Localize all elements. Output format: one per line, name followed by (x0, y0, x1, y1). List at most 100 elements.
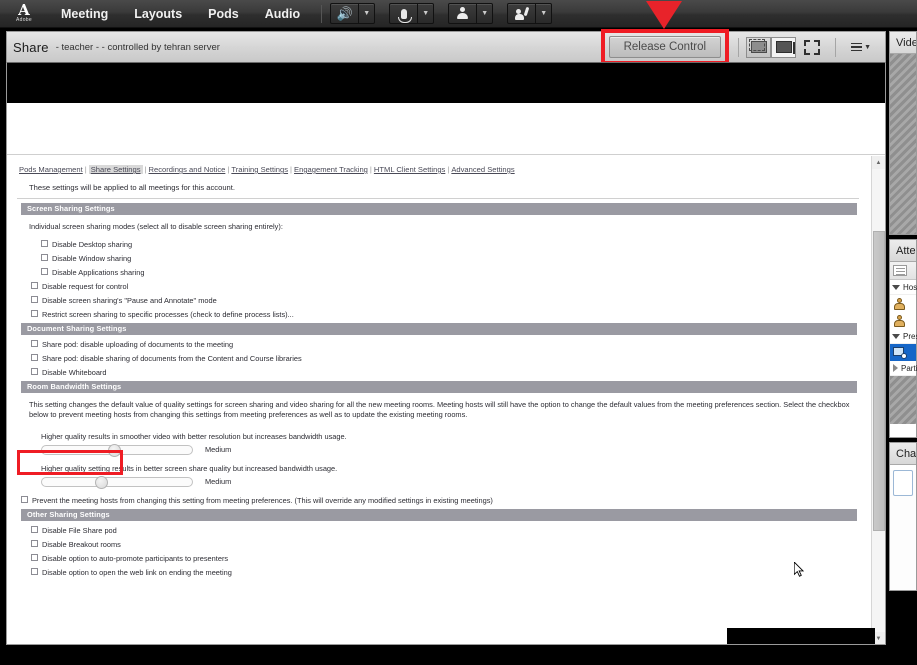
tab-separator: | (84, 165, 87, 174)
pod-menu-icon[interactable]: ▼ (851, 42, 871, 52)
settings-tab-training-settings[interactable]: Training Settings (231, 165, 288, 174)
settings-tabs[interactable]: Pods Management | Share Settings | Recording… (7, 164, 869, 175)
settings-tab-pods-management[interactable]: Pods Management (19, 165, 83, 174)
menu-meeting[interactable]: Meeting (48, 0, 121, 28)
setting-row-disable-option-to-open-the-web-link-on-e[interactable]: Disable option to open the web link on e… (7, 563, 869, 577)
setting-label: Disable Window sharing (52, 253, 132, 263)
microphone-button[interactable] (389, 3, 419, 24)
menu-audio[interactable]: Audio (252, 0, 313, 28)
checkbox[interactable] (41, 268, 48, 275)
speaker-dropdown-arrow[interactable]: ▼ (359, 3, 376, 24)
raise-hand-button[interactable] (507, 3, 537, 24)
settings-tab-html-client-settings[interactable]: HTML Client Settings (374, 165, 445, 174)
checkbox[interactable] (31, 568, 38, 575)
video-quality-slider-knob[interactable] (108, 443, 121, 457)
settings-tab-recordings-and-notice[interactable]: Recordings and Notice (149, 165, 226, 174)
release-control-wrapper: Release Control (600, 29, 730, 65)
checkbox[interactable] (31, 540, 38, 547)
webcam-dropdown-arrow[interactable]: ▼ (477, 3, 494, 24)
adobe-logo-mark: A (18, 1, 30, 19)
attendee-list-icon[interactable] (893, 265, 907, 276)
microphone-icon (397, 8, 412, 23)
attendee-group-participants[interactable]: Participants (890, 361, 917, 376)
setting-row-disable-window-sharing[interactable]: Disable Window sharing (7, 249, 869, 263)
setting-label: Disable option to open the web link on e… (42, 567, 232, 577)
setting-row-disable-breakout-rooms[interactable]: Disable Breakout rooms (7, 535, 869, 549)
checkbox[interactable] (31, 354, 38, 361)
unrendered-black-overlay (727, 628, 875, 644)
shared-settings-document[interactable]: Pods Management | Share Settings | Recording… (7, 156, 885, 644)
settings-tab-engagement-tracking[interactable]: Engagement Tracking (294, 165, 368, 174)
checkbox[interactable] (31, 554, 38, 561)
release-control-button[interactable]: Release Control (608, 36, 722, 58)
setting-row-disable-file-share-pod[interactable]: Disable File Share pod (7, 521, 869, 535)
setting-row-disable-option-to-auto-promote-participa[interactable]: Disable option to auto-promote participa… (7, 549, 869, 563)
setting-label: Disable screen sharing's "Pause and Anno… (42, 295, 217, 305)
attendee-group-presenters[interactable]: Presenters (890, 329, 917, 344)
webcam-button[interactable] (448, 3, 478, 24)
shared-screen-black-band (7, 63, 885, 103)
view-mode-group (746, 36, 797, 58)
microphone-dropdown-arrow[interactable]: ▼ (418, 3, 435, 24)
document-scrollbar[interactable]: ▲ ▼ (871, 156, 885, 644)
status-dropdown-arrow[interactable]: ▼ (536, 3, 553, 24)
setting-row-disable-screen-sharing-s-pause-and-annot[interactable]: Disable screen sharing's "Pause and Anno… (7, 291, 869, 305)
attendee-group-hosts[interactable]: Hosts (890, 280, 917, 295)
attendee-row-host-1[interactable] (890, 295, 916, 312)
pod-video: Video (889, 31, 917, 235)
attendee-row-presenter-1[interactable] (890, 344, 916, 361)
adobe-connect-window: A Adobe Meeting Layouts Pods Audio 🔊 ▼ ▼… (0, 0, 917, 665)
checkbox[interactable] (21, 496, 28, 503)
scrollbar-thumb[interactable] (873, 231, 885, 531)
screenshare-quality-slider-knob[interactable] (94, 475, 108, 489)
setting-row-disable-request-for-control[interactable]: Disable request for control (7, 277, 869, 291)
setting-row-disable-applications-sharing[interactable]: Disable Applications sharing (7, 263, 869, 277)
speaker-button[interactable]: 🔊 (330, 3, 360, 24)
menu-pods[interactable]: Pods (195, 0, 252, 28)
checkbox[interactable] (31, 310, 38, 317)
menu-layouts[interactable]: Layouts (121, 0, 195, 28)
setting-label: Disable Breakout rooms (42, 539, 121, 549)
checkbox[interactable] (31, 296, 38, 303)
setting-row-prevent-the-meeting-hosts-from-changing-[interactable]: Prevent the meeting hosts from changing … (7, 487, 869, 505)
pod-chat: Chat (889, 442, 917, 591)
checkbox[interactable] (31, 282, 38, 289)
checkbox[interactable] (41, 240, 48, 247)
mouse-cursor (794, 562, 805, 577)
setting-row-share-pod-disable-sharing-of-documents-f[interactable]: Share pod: disable sharing of documents … (7, 349, 869, 363)
section-header-document-sharing-settings: Document Sharing Settings (21, 322, 857, 335)
share-window-button[interactable] (746, 36, 772, 58)
checkbox[interactable] (31, 340, 38, 347)
application-menubar: A Adobe Meeting Layouts Pods Audio 🔊 ▼ ▼… (0, 0, 917, 28)
scrollbar-up-arrow[interactable]: ▲ (872, 156, 885, 169)
checkbox[interactable] (31, 368, 38, 375)
checkbox[interactable] (41, 254, 48, 261)
settings-tab-share-settings[interactable]: Share Settings (88, 165, 143, 174)
fullscreen-icon[interactable] (804, 39, 821, 55)
setting-row-restrict-screen-sharing-to-specific-proc[interactable]: Restrict screen sharing to specific proc… (7, 305, 869, 319)
setting-row-disable-whiteboard[interactable]: Disable Whiteboard (7, 363, 869, 377)
video-quality-slider[interactable] (41, 443, 193, 457)
section-intro-room-bandwidth-settings: This setting changes the default value o… (29, 399, 850, 420)
pod-attendees-body: Hosts Presenters Participants (890, 262, 917, 437)
speaker-control-group: 🔊 ▼ (330, 3, 376, 24)
checkbox[interactable] (31, 526, 38, 533)
pod-chat-body (890, 470, 916, 590)
settings-intro-text: These settings will be applied to all me… (29, 183, 235, 192)
adobe-logo: A Adobe (0, 0, 48, 28)
raise-hand-icon (515, 6, 530, 20)
chevron-right-icon (893, 364, 898, 372)
setting-row-share-pod-disable-uploading-of-documents[interactable]: Share pod: disable uploading of document… (7, 335, 869, 349)
attendee-group-hosts-label: Hosts (903, 282, 917, 292)
screenshare-quality-slider[interactable] (41, 475, 193, 489)
host-avatar-icon (893, 297, 906, 310)
attendee-row-host-2[interactable] (890, 312, 916, 329)
attendees-toolbar (890, 262, 916, 280)
settings-tab-advanced-settings[interactable]: Advanced Settings (451, 165, 514, 174)
video-quality-slider-value: Medium (205, 445, 232, 454)
share-fullscreen-button[interactable] (771, 36, 797, 58)
webcam-control-group: ▼ (448, 3, 494, 24)
setting-row-disable-desktop-sharing[interactable]: Disable Desktop sharing (7, 235, 869, 249)
settings-sections: Screen Sharing Settings Individual screen… (7, 203, 869, 577)
chat-input[interactable] (893, 470, 913, 496)
